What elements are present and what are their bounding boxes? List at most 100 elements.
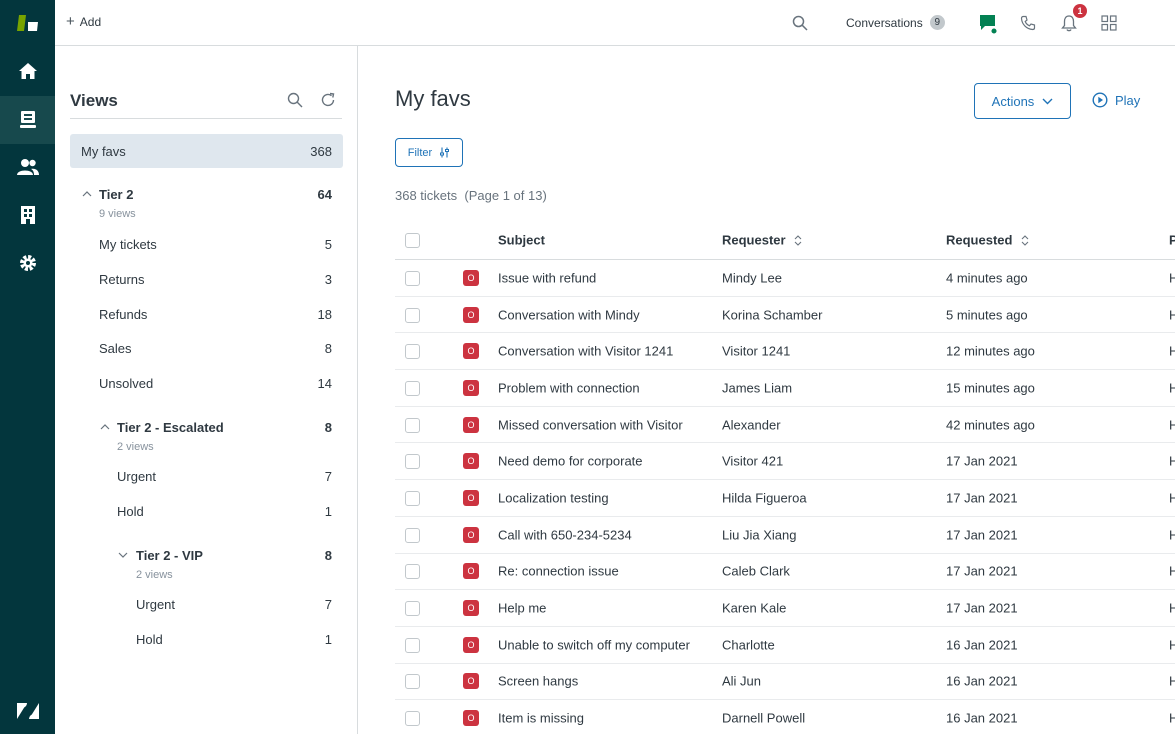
view-sales[interactable]: Sales 8 — [70, 331, 343, 365]
view-label: Tier 2 - Escalated — [117, 420, 224, 435]
table-row[interactable]: O Conversation with Visitor 1241 Visitor 1… — [395, 333, 1175, 371]
ticket-subject[interactable]: Need demo for corporate — [498, 454, 643, 469]
view-hold-vip[interactable]: Hold 1 — [70, 622, 343, 656]
customers-icon[interactable] — [0, 144, 55, 190]
ticket-subject[interactable]: Localization testing — [498, 490, 609, 505]
views-icon[interactable] — [0, 96, 55, 144]
row-checkbox[interactable] — [405, 674, 420, 690]
organizations-icon[interactable] — [0, 192, 55, 238]
ticket-priority: H — [1169, 673, 1175, 689]
view-hold[interactable]: Hold 1 — [70, 494, 343, 528]
phone-icon[interactable] — [1017, 12, 1039, 34]
view-urgent[interactable]: Urgent 7 — [70, 459, 343, 493]
actions-label: Actions — [991, 93, 1035, 109]
status-open-badge: O — [463, 673, 479, 690]
play-button[interactable]: Play — [1092, 92, 1140, 108]
view-label: Hold — [117, 504, 144, 519]
conversations-button[interactable]: Conversations 9 — [846, 15, 945, 30]
table-row[interactable]: O Screen hangs Ali Jun 16 Jan 2021 H — [395, 664, 1175, 701]
row-checkbox[interactable] — [405, 417, 420, 433]
table-row[interactable]: O Missed conversation with Visitor Alexand… — [395, 407, 1175, 444]
ticket-subject[interactable]: Conversation with Mindy — [498, 307, 640, 322]
table-row[interactable]: O Call with 650-234-5234 Liu Jia Xiang 17 J… — [395, 517, 1175, 554]
views-search-icon[interactable] — [284, 89, 306, 111]
table-row[interactable]: O Conversation with Mindy Korina Schamber 5… — [395, 297, 1175, 334]
view-my-tickets[interactable]: My tickets 5 — [70, 227, 343, 261]
row-checkbox[interactable] — [405, 307, 420, 323]
column-priority[interactable]: P — [1169, 232, 1175, 247]
ticket-requester: Alexander — [722, 417, 781, 433]
filter-button[interactable]: Filter — [395, 138, 463, 167]
apps-grid-icon[interactable] — [1098, 12, 1120, 34]
admin-gear-icon[interactable] — [0, 240, 55, 286]
row-checkbox[interactable] — [405, 564, 420, 580]
row-checkbox[interactable] — [405, 601, 420, 617]
row-checkbox[interactable] — [405, 711, 420, 727]
row-checkbox[interactable] — [405, 380, 420, 396]
view-my-favs[interactable]: My favs 368 — [70, 134, 343, 168]
table-row[interactable]: O Re: connection issue Caleb Clark 17 Jan 2… — [395, 554, 1175, 591]
notifications-count-badge: 1 — [1073, 4, 1087, 18]
search-icon[interactable] — [789, 12, 811, 34]
table-row[interactable]: O Issue with refund Mindy Lee 4 minutes ago… — [395, 260, 1175, 297]
view-group-tier-2[interactable]: Tier 2 64 9 views — [70, 177, 343, 220]
zendesk-z-icon[interactable] — [0, 688, 55, 734]
view-unsolved[interactable]: Unsolved 14 — [70, 366, 343, 400]
view-count: 368 — [310, 144, 332, 159]
column-subject[interactable]: Subject — [498, 232, 545, 247]
ticket-count: 368 tickets (Page 1 of 13) — [395, 188, 547, 203]
view-refunds[interactable]: Refunds 18 — [70, 297, 343, 331]
view-label: Tier 2 - VIP — [136, 548, 203, 563]
row-checkbox[interactable] — [405, 490, 420, 506]
row-checkbox[interactable] — [405, 527, 420, 543]
view-label: Tier 2 — [99, 187, 134, 202]
ticket-subject[interactable]: Issue with refund — [498, 270, 596, 285]
ticket-subject[interactable]: Conversation with Visitor 1241 — [498, 344, 673, 359]
table-row[interactable]: O Help me Karen Kale 17 Jan 2021 H — [395, 590, 1175, 627]
status-open-badge: O — [463, 379, 479, 396]
table-row[interactable]: O Unable to switch off my computer Charlot… — [395, 627, 1175, 664]
ticket-subject[interactable]: Screen hangs — [498, 674, 578, 689]
plus-icon: + — [66, 13, 75, 30]
view-count: 8 — [324, 548, 332, 563]
table-row[interactable]: O Need demo for corporate Visitor 421 17 Ja… — [395, 443, 1175, 481]
row-checkbox[interactable] — [405, 454, 420, 470]
sort-icon — [1021, 235, 1029, 246]
ticket-priority: H — [1169, 380, 1175, 396]
zendesk-logo-icon[interactable] — [0, 0, 55, 46]
status-open-badge: O — [463, 269, 479, 286]
view-urgent-vip[interactable]: Urgent 7 — [70, 587, 343, 621]
view-sub-label: 2 views — [136, 569, 173, 581]
top-bar: + Add Conversations 9 1 — [55, 0, 1175, 46]
page-title: My favs — [395, 86, 471, 111]
add-button[interactable]: + Add — [66, 13, 102, 30]
row-checkbox[interactable] — [405, 637, 420, 653]
ticket-subject[interactable]: Problem with connection — [498, 380, 640, 395]
chat-icon[interactable] — [977, 12, 999, 34]
chevron-down-icon — [118, 552, 128, 558]
ticket-subject[interactable]: Call with 650-234-5234 — [498, 527, 632, 542]
ticket-subject[interactable]: Missed conversation with Visitor — [498, 417, 683, 432]
select-all-checkbox[interactable] — [405, 232, 420, 248]
column-requested[interactable]: Requested — [946, 232, 1029, 247]
ticket-subject[interactable]: Re: connection issue — [498, 564, 619, 579]
column-requester[interactable]: Requester — [722, 232, 802, 247]
view-group-tier-2-escalated[interactable]: Tier 2 - Escalated 8 2 views — [70, 410, 343, 453]
refresh-icon[interactable] — [317, 89, 339, 111]
row-checkbox[interactable] — [405, 344, 420, 360]
ticket-subject[interactable]: Item is missing — [498, 711, 584, 726]
row-checkbox[interactable] — [405, 270, 420, 286]
ticket-subject[interactable]: Help me — [498, 601, 546, 616]
table-row[interactable]: O Localization testing Hilda Figueroa 17 Ja… — [395, 480, 1175, 517]
view-label: Sales — [99, 341, 132, 356]
table-row[interactable]: O Item is missing Darnell Powell 16 Jan 202… — [395, 700, 1175, 734]
view-returns[interactable]: Returns 3 — [70, 262, 343, 296]
ticket-requester: Liu Jia Xiang — [722, 527, 797, 543]
home-icon[interactable] — [0, 48, 55, 94]
view-sub-label: 9 views — [99, 208, 136, 220]
ticket-subject[interactable]: Unable to switch off my computer — [498, 637, 690, 652]
table-row[interactable]: O Problem with connection James Liam 15 min… — [395, 370, 1175, 407]
actions-button[interactable]: Actions — [974, 83, 1071, 119]
view-group-tier-2-vip[interactable]: Tier 2 - VIP 8 2 views — [70, 538, 343, 581]
add-button-label: Add — [79, 15, 102, 29]
